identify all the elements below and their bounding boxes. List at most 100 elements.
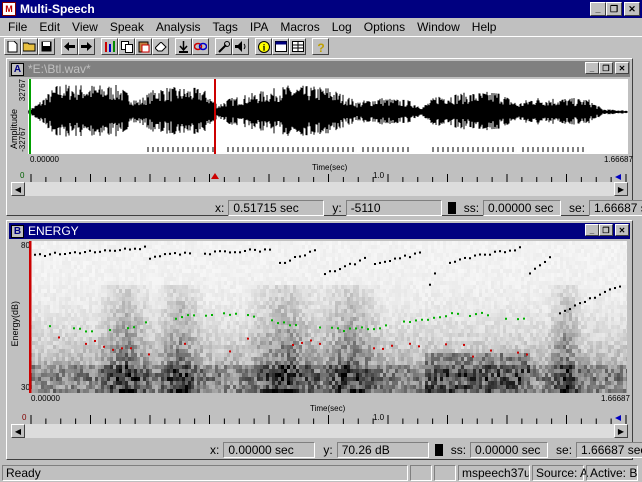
ss-value-field: 0.00000 sec xyxy=(470,442,549,458)
waveform-svg[interactable] xyxy=(27,79,628,154)
scroll-right-icon[interactable]: ▶ xyxy=(614,182,628,196)
scroll-left-icon[interactable]: ◀ xyxy=(11,424,25,438)
waveform-window-title: *E:\Btl.wav* xyxy=(28,62,91,76)
scroll-right-icon[interactable]: ▶ xyxy=(614,424,628,438)
analysis-icon[interactable] xyxy=(101,38,118,55)
waveform-infobar: x: 0.51715 sec y: -5110 ss: 0.00000 sec … xyxy=(207,199,642,217)
x-label: x: xyxy=(210,443,220,457)
energy-hscrollbar[interactable]: ◀ ▶ xyxy=(11,424,628,438)
energy-window-titlebar[interactable]: B ENERGY _ ❐ ✕ xyxy=(9,223,630,239)
menu-view[interactable]: View xyxy=(66,20,104,34)
save-icon[interactable] xyxy=(38,38,55,55)
svg-text:?: ? xyxy=(317,41,324,53)
window-b-close-button[interactable]: ✕ xyxy=(615,224,629,236)
se-value-field: 1.66687 sec xyxy=(589,200,642,216)
energy-window-title: ENERGY xyxy=(28,224,79,238)
window-a-minimize-button[interactable]: _ xyxy=(585,62,599,74)
energy-infobar: x: 0.00000 sec y: 70.26 dB ss: 0.00000 s… xyxy=(202,441,642,459)
forward-arrow-icon[interactable] xyxy=(78,38,95,55)
window-letter-a: A xyxy=(11,62,24,76)
window-letter-b: B xyxy=(11,224,24,238)
speaker-icon[interactable] xyxy=(232,38,249,55)
y-label: y: xyxy=(332,201,342,215)
help-icon[interactable]: ? xyxy=(312,38,329,55)
x-label: x: xyxy=(215,201,225,215)
play-icon[interactable] xyxy=(175,38,192,55)
ss-label: ss: xyxy=(463,201,480,215)
app-titlebar[interactable]: M Multi-Speech _ ❐ ✕ xyxy=(0,0,642,18)
status-empty-2 xyxy=(434,465,456,481)
status-active: Active: B xyxy=(586,465,638,481)
tools-icon[interactable] xyxy=(215,38,232,55)
back-arrow-icon[interactable] xyxy=(61,38,78,55)
status-app-name: mspeech37us xyxy=(458,465,530,481)
window-b-restore-button[interactable]: ❐ xyxy=(599,224,613,236)
waveform-xend: 1.66687 xyxy=(604,155,633,164)
energy-xlabel: Time(sec) xyxy=(310,404,346,413)
waveform-ruler-mid: 1.0 xyxy=(373,171,385,180)
window-a-restore-button[interactable]: ❐ xyxy=(599,62,613,74)
ss-value-field: 0.00000 sec xyxy=(483,200,562,216)
scroll-left-icon[interactable]: ◀ xyxy=(11,182,25,196)
menu-file[interactable]: File xyxy=(2,20,33,34)
waveform-plot[interactable] xyxy=(27,79,628,154)
eraser-icon[interactable] xyxy=(152,38,169,55)
menu-log[interactable]: Log xyxy=(326,20,358,34)
copy-icon[interactable] xyxy=(118,38,135,55)
waveform-hscrollbar[interactable]: ◀ ▶ xyxy=(11,182,628,196)
window-icon[interactable] xyxy=(272,38,289,55)
open-folder-icon[interactable] xyxy=(21,38,38,55)
menu-options[interactable]: Options xyxy=(358,20,411,34)
link-icon[interactable] xyxy=(192,38,209,55)
energy-xstart: 0.00000 xyxy=(31,394,60,403)
energy-plot[interactable] xyxy=(28,241,629,393)
menu-window[interactable]: Window xyxy=(411,20,466,34)
paste-icon[interactable] xyxy=(135,38,152,55)
grid-icon[interactable] xyxy=(289,38,306,55)
menu-edit[interactable]: Edit xyxy=(33,20,66,34)
status-empty-1 xyxy=(410,465,432,481)
menu-analysis[interactable]: Analysis xyxy=(150,20,207,34)
se-label: se: xyxy=(569,201,586,215)
x-value-field: 0.51715 sec xyxy=(228,200,325,216)
energy-window[interactable]: B ENERGY _ ❐ ✕ Energy(dB) 80 30 0.00000 … xyxy=(6,220,642,460)
app-icon[interactable]: M xyxy=(2,2,16,16)
waveform-ymax: 32767 xyxy=(18,79,27,102)
menu-speak[interactable]: Speak xyxy=(104,20,150,34)
restore-button[interactable]: ❐ xyxy=(606,2,622,16)
close-button[interactable]: ✕ xyxy=(624,2,640,16)
status-bar: Ready mspeech37us Source: A Active: B xyxy=(0,464,642,482)
window-b-minimize-button[interactable]: _ xyxy=(585,224,599,236)
menu-tags[interactable]: Tags xyxy=(207,20,244,34)
ss-label: ss: xyxy=(450,443,467,457)
color-swatch xyxy=(447,202,456,214)
status-ready: Ready xyxy=(2,465,408,481)
se-label: se: xyxy=(556,443,573,457)
status-source: Source: A xyxy=(532,465,588,481)
energy-ruler-mid: 1.0 xyxy=(373,413,385,422)
spectrogram-svg[interactable] xyxy=(28,241,629,393)
menu-bar: File Edit View Speak Analysis Tags IPA M… xyxy=(0,18,642,36)
waveform-window[interactable]: A *E:\Btl.wav* _ ❐ ✕ Amplitude 32767 -32… xyxy=(6,58,642,216)
toolbar: i ? xyxy=(0,36,642,56)
new-file-icon[interactable] xyxy=(4,38,21,55)
x-value-field: 0.00000 sec xyxy=(223,442,316,458)
info-icon[interactable]: i xyxy=(255,38,272,55)
window-a-close-button[interactable]: ✕ xyxy=(615,62,629,74)
waveform-ruler[interactable] xyxy=(17,172,628,182)
menu-ipa[interactable]: IPA xyxy=(244,20,274,34)
app-title: Multi-Speech xyxy=(20,2,95,16)
se-value-field: 1.66687 sec xyxy=(576,442,642,458)
waveform-xstart: 0.00000 xyxy=(30,155,59,164)
minimize-button[interactable]: _ xyxy=(590,2,606,16)
energy-ylabel: Energy(dB) xyxy=(10,301,20,347)
menu-macros[interactable]: Macros xyxy=(274,20,325,34)
y-value-field: 70.26 dB xyxy=(336,442,429,458)
waveform-xlabel: Time(sec) xyxy=(312,163,348,172)
color-swatch xyxy=(434,444,443,456)
energy-xend: 1.66687 xyxy=(601,394,630,403)
waveform-window-titlebar[interactable]: A *E:\Btl.wav* _ ❐ ✕ xyxy=(9,61,630,77)
y-value-field: -5110 xyxy=(345,200,442,216)
energy-ruler[interactable] xyxy=(17,413,628,424)
menu-help[interactable]: Help xyxy=(466,20,503,34)
